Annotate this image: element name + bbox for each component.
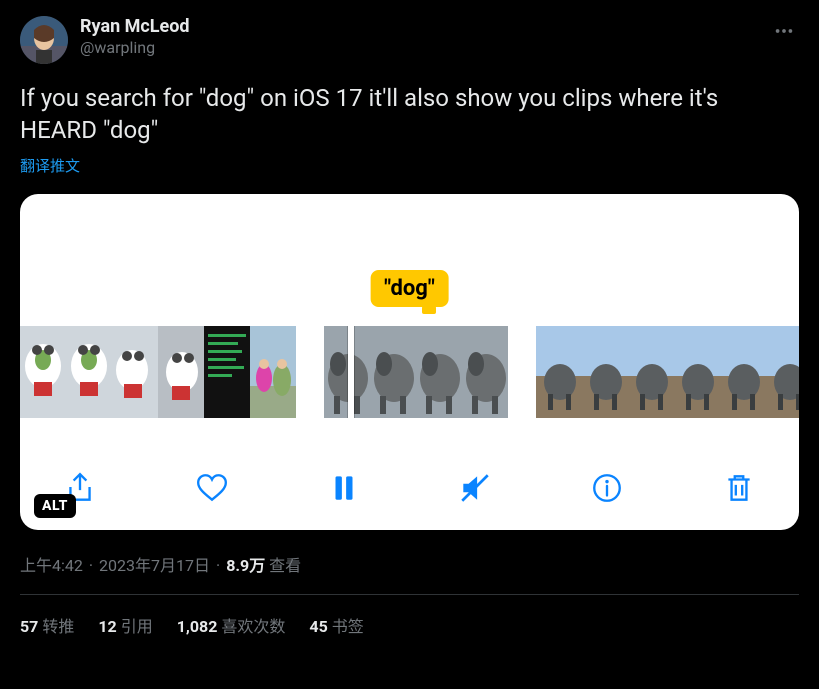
bookmarks-stat[interactable]: 45书签	[309, 613, 363, 637]
media-toolbar	[20, 466, 799, 510]
video-frame	[720, 326, 766, 418]
delete-button[interactable]	[717, 466, 761, 510]
heart-icon	[195, 471, 229, 505]
tweet-container: Ryan McLeod @warpling If you search for …	[0, 0, 819, 637]
quotes-stat[interactable]: 12引用	[98, 613, 152, 637]
clip-group	[536, 326, 799, 418]
tweet-time[interactable]: 上午4:42	[20, 556, 83, 575]
video-frame	[370, 326, 416, 418]
views-count: 8.9万	[226, 556, 265, 575]
info-icon	[590, 471, 624, 505]
tooltip-arrow-icon	[422, 306, 436, 314]
more-icon	[773, 20, 795, 42]
author-names: Ryan McLeod @warpling	[80, 16, 769, 57]
video-frame	[66, 326, 112, 418]
likes-stat[interactable]: 1,082喜欢次数	[177, 613, 286, 637]
info-button[interactable]	[585, 466, 629, 510]
speaker-muted-icon	[458, 471, 492, 505]
tweet-meta: 上午4:42·2023年7月17日·8.9万 查看	[20, 552, 799, 576]
display-name[interactable]: Ryan McLeod	[80, 16, 769, 38]
video-frame	[582, 326, 628, 418]
pause-button[interactable]	[322, 466, 366, 510]
video-frame	[250, 326, 296, 418]
clip-group	[20, 326, 296, 418]
video-frame	[416, 326, 462, 418]
handle[interactable]: @warpling	[80, 38, 769, 57]
alt-badge[interactable]: ALT	[34, 494, 76, 518]
retweets-stat[interactable]: 57转推	[20, 613, 74, 637]
avatar[interactable]	[20, 16, 68, 64]
video-frame	[20, 326, 66, 418]
video-frame	[628, 326, 674, 418]
video-scrubber[interactable]	[20, 326, 799, 418]
video-frame	[324, 326, 370, 418]
video-frame	[536, 326, 582, 418]
like-button[interactable]	[190, 466, 234, 510]
translate-link[interactable]: 翻译推文	[20, 155, 80, 176]
media-card[interactable]: "dog"	[20, 194, 799, 530]
more-button[interactable]	[769, 16, 799, 50]
tweet-text: If you search for "dog" on iOS 17 it'll …	[20, 82, 799, 147]
mute-button[interactable]	[453, 466, 497, 510]
trash-icon	[722, 471, 756, 505]
playhead[interactable]	[348, 326, 354, 418]
views-label: 查看	[269, 556, 301, 575]
video-frame	[674, 326, 720, 418]
stats-row: 57转推 12引用 1,082喜欢次数 45书签	[20, 595, 799, 637]
video-frame	[112, 326, 158, 418]
video-frame	[462, 326, 508, 418]
video-frame	[204, 326, 250, 418]
tweet-header: Ryan McLeod @warpling	[20, 16, 799, 64]
search-tooltip: "dog"	[370, 270, 449, 307]
tweet-date[interactable]: 2023年7月17日	[99, 556, 210, 575]
avatar-image	[20, 16, 68, 64]
video-frame	[766, 326, 799, 418]
clip-group	[324, 326, 508, 418]
pause-icon	[327, 471, 361, 505]
video-frame	[158, 326, 204, 418]
